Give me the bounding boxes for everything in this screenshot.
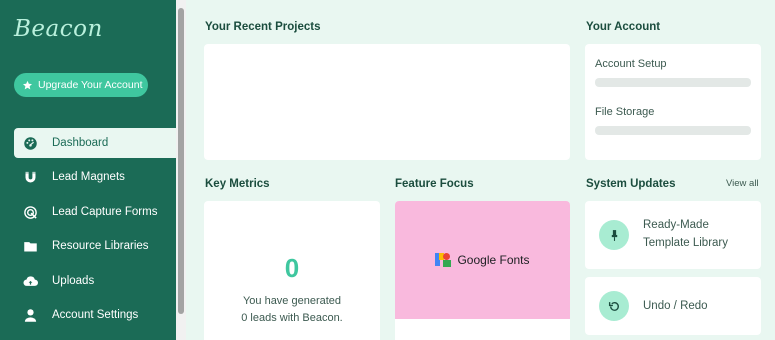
leads-count: 0 [284,253,300,283]
scrollbar-thumb[interactable] [178,8,184,314]
file-storage-link[interactable]: File Storage [595,106,654,118]
google-fonts-logo-icon [435,252,452,268]
feature-focus-card[interactable]: Google Fonts [395,201,570,340]
account-setup-progress [595,78,751,87]
leads-description-line2: 0 leads with Beacon. [241,312,343,324]
update-item-line1: Ready-Made [643,219,709,231]
sidebar-item-resource-libraries[interactable]: Resource Libraries [14,231,176,261]
update-item[interactable]: Ready-Made Template Library [585,201,761,269]
star-icon [23,80,32,89]
app-logo[interactable]: Beacon [14,16,103,42]
sidebar-item-label: Account Settings [52,309,139,321]
google-fonts-label: Google Fonts [457,253,530,267]
update-item-line2: Template Library [643,237,729,249]
recent-projects-title: Your Recent Projects [205,21,321,33]
sidebar-item-label: Dashboard [52,137,109,149]
feature-focus-title: Feature Focus [395,178,474,190]
update-item-text: Undo / Redo [643,300,708,312]
capture-form-icon [22,204,38,220]
feature-image: Google Fonts [395,201,570,319]
user-icon [22,307,38,323]
upgrade-account-label: Upgrade Your Account [38,79,143,91]
leads-description-line1: You have generated [242,295,342,307]
key-metrics-card: 0 You have generated 0 leads with Beacon… [204,201,380,340]
update-item-text: Ready-Made Template Library [643,216,728,252]
paintbrush-icon [599,220,629,250]
sidebar-item-dashboard[interactable]: Dashboard [14,128,176,158]
sidebar-item-uploads[interactable]: Uploads [14,266,176,296]
dashboard-icon [22,135,38,151]
sidebar-item-account-settings[interactable]: Account Settings [14,300,176,330]
view-all-link[interactable]: View all [726,178,759,189]
magnet-icon [22,169,38,185]
update-item[interactable]: Undo / Redo [585,277,761,335]
recent-projects-card [204,44,570,160]
key-metrics-title: Key Metrics [205,178,270,190]
sidebar-item-lead-capture-forms[interactable]: Lead Capture Forms [14,197,176,227]
sidebar-item-label: Lead Magnets [52,171,125,183]
folder-icon [22,238,38,254]
system-updates-title: System Updates [586,178,676,190]
sidebar-item-label: Resource Libraries [52,240,149,252]
sidebar-item-label: Uploads [52,275,95,287]
account-card: Account Setup File Storage [585,44,761,160]
upgrade-account-button[interactable]: Upgrade Your Account [14,73,148,97]
sidebar-item-lead-magnets[interactable]: Lead Magnets [14,162,176,192]
account-setup-link[interactable]: Account Setup [595,58,667,70]
file-storage-progress [595,126,751,135]
leads-description: You have generated 0 leads with Beacon. [204,293,380,327]
cloud-upload-icon [22,273,38,289]
account-title: Your Account [586,21,661,33]
undo-icon [599,291,629,321]
sidebar-item-label: Lead Capture Forms [52,206,158,218]
scrollbar[interactable] [176,0,186,340]
sidebar: Beacon Upgrade Your Account Dashboard Le… [0,0,176,340]
